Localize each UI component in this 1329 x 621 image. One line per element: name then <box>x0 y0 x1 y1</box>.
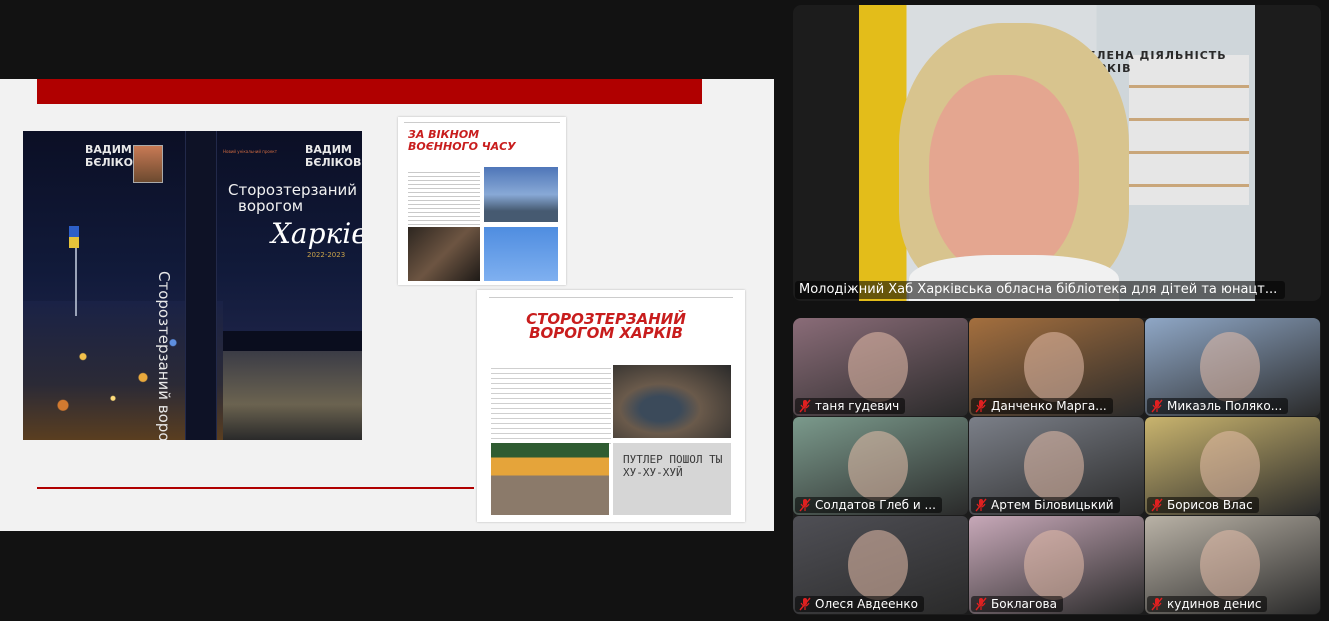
participant-name: Артем Біловицький <box>991 498 1114 512</box>
muted-mic-icon <box>975 399 987 413</box>
participant-tile[interactable]: Микаэль Поляко... <box>1145 318 1320 416</box>
book-title-city: Харків <box>271 217 362 250</box>
participant-silhouette <box>848 431 908 501</box>
photo-bird-on-wire <box>484 227 558 281</box>
participant-tile[interactable]: Солдатов Глеб и ... <box>793 417 968 515</box>
participant-tile[interactable]: Борисов Влас <box>1145 417 1320 515</box>
magazine-page-1: ЗА ВІКНОМ ВОЄННОГО ЧАСУ <box>398 117 566 285</box>
participant-silhouette <box>848 530 908 600</box>
participant-name: таня гудевич <box>815 399 900 413</box>
speaker-video: ЗЕЛЕНА ДІЯЛЬНІСТЬ ХАРКІВ <box>859 5 1255 301</box>
ukrainian-flag-icon <box>69 226 79 248</box>
participant-name: Микаэль Поляко... <box>1167 399 1283 413</box>
participant-name-label: Микаэль Поляко... <box>1147 398 1289 414</box>
muted-mic-icon <box>1151 498 1163 512</box>
participant-tile[interactable]: Артем Біловицький <box>969 417 1144 515</box>
book-cover-image: ВАДИМ БЄЛІКОВ Сторозтерзаний ворогом Хар… <box>23 131 362 440</box>
magazine-text-block <box>408 169 480 229</box>
cover-ruins-photo <box>223 351 362 440</box>
participant-silhouette <box>1200 530 1260 600</box>
muted-mic-icon <box>975 498 987 512</box>
participant-tile[interactable]: таня гудевич <box>793 318 968 416</box>
photo-broken-bicycle <box>613 365 731 438</box>
muted-mic-icon <box>799 597 811 611</box>
graffiti-text: ПУТЛЕР ПОШОЛ ТЫ ХУ-ХУ-ХУЙ <box>623 453 723 479</box>
muted-mic-icon <box>1151 597 1163 611</box>
muted-mic-icon <box>799 498 811 512</box>
author-portrait <box>133 145 163 183</box>
participant-name: Олеся Авдеенко <box>815 597 918 611</box>
book-spine-title: Сторозтерзаний ворогом Харків <box>155 271 173 440</box>
participant-silhouette <box>1024 530 1084 600</box>
muted-mic-icon <box>799 399 811 413</box>
magazine-page-1-title: ЗА ВІКНОМ ВОЄННОГО ЧАСУ <box>408 128 516 153</box>
participant-name-label: кудинов денис <box>1147 596 1268 612</box>
participant-name: Данченко Марга... <box>991 399 1107 413</box>
speaker-face <box>929 75 1079 275</box>
shared-screen: ВАДИМ БЄЛІКОВ Сторозтерзаний ворогом Хар… <box>0 79 774 531</box>
participant-tile[interactable]: Боклагова <box>969 516 1144 614</box>
participant-name-label: Олеся Авдеенко <box>795 596 924 612</box>
participant-tile[interactable]: кудинов денис <box>1145 516 1320 614</box>
slide-divider-line <box>37 487 474 489</box>
participant-grid: таня гудевич Данченко Марга... Микаэль Пол… <box>793 318 1321 615</box>
magazine-text-block <box>491 364 611 444</box>
participant-silhouette <box>1200 332 1260 402</box>
participant-name: Боклагова <box>991 597 1057 611</box>
speaker-name-label: Молодіжний Хаб Харківська обласна бібліо… <box>795 281 1286 299</box>
slide-header-bar <box>37 79 702 104</box>
book-author-front: ВАДИМ БЄЛІКОВ <box>305 143 362 169</box>
page-header-line <box>489 294 733 298</box>
muted-mic-icon <box>1151 399 1163 413</box>
book-years: 2022-2023 <box>307 251 346 259</box>
participant-name: Борисов Влас <box>1167 498 1253 512</box>
book-spine <box>185 131 217 440</box>
participant-name: кудинов денис <box>1167 597 1262 611</box>
magazine-page-2-title: СТОРОЗТЕРЗАНИЙ ВОРОГОМ ХАРКІВ <box>526 310 686 342</box>
background-shelf <box>1129 55 1249 205</box>
participant-name-label: Данченко Марга... <box>971 398 1113 414</box>
participant-name-label: Боклагова <box>971 596 1063 612</box>
participant-silhouette <box>1024 431 1084 501</box>
book-tagline: Новий унікальний проект <box>223 149 278 154</box>
participant-silhouette <box>1024 332 1084 402</box>
participant-tile[interactable]: Данченко Марга... <box>969 318 1144 416</box>
participant-silhouette <box>1200 431 1260 501</box>
photo-playground-fence <box>491 443 609 515</box>
page-header-line <box>404 120 560 123</box>
participant-name-label: Солдатов Глеб и ... <box>795 497 942 513</box>
participant-name-label: таня гудевич <box>795 398 906 414</box>
participant-silhouette <box>848 332 908 402</box>
book-title-line2: ворогом <box>238 197 304 215</box>
muted-mic-icon <box>975 597 987 611</box>
participant-name: Солдатов Глеб и ... <box>815 498 936 512</box>
participant-name-label: Артем Біловицький <box>971 497 1120 513</box>
participant-name-label: Борисов Влас <box>1147 497 1259 513</box>
magazine-page-2: СТОРОЗТЕРЗАНИЙ ВОРОГОМ ХАРКІВ ПУТЛЕР ПОШ… <box>477 290 745 522</box>
photo-damaged-window <box>408 227 480 281</box>
active-speaker-tile[interactable]: ЗЕЛЕНА ДІЯЛЬНІСТЬ ХАРКІВ Молодіжний Хаб … <box>793 5 1321 301</box>
photo-sky-smoke <box>484 167 558 222</box>
participant-tile[interactable]: Олеся Авдеенко <box>793 516 968 614</box>
